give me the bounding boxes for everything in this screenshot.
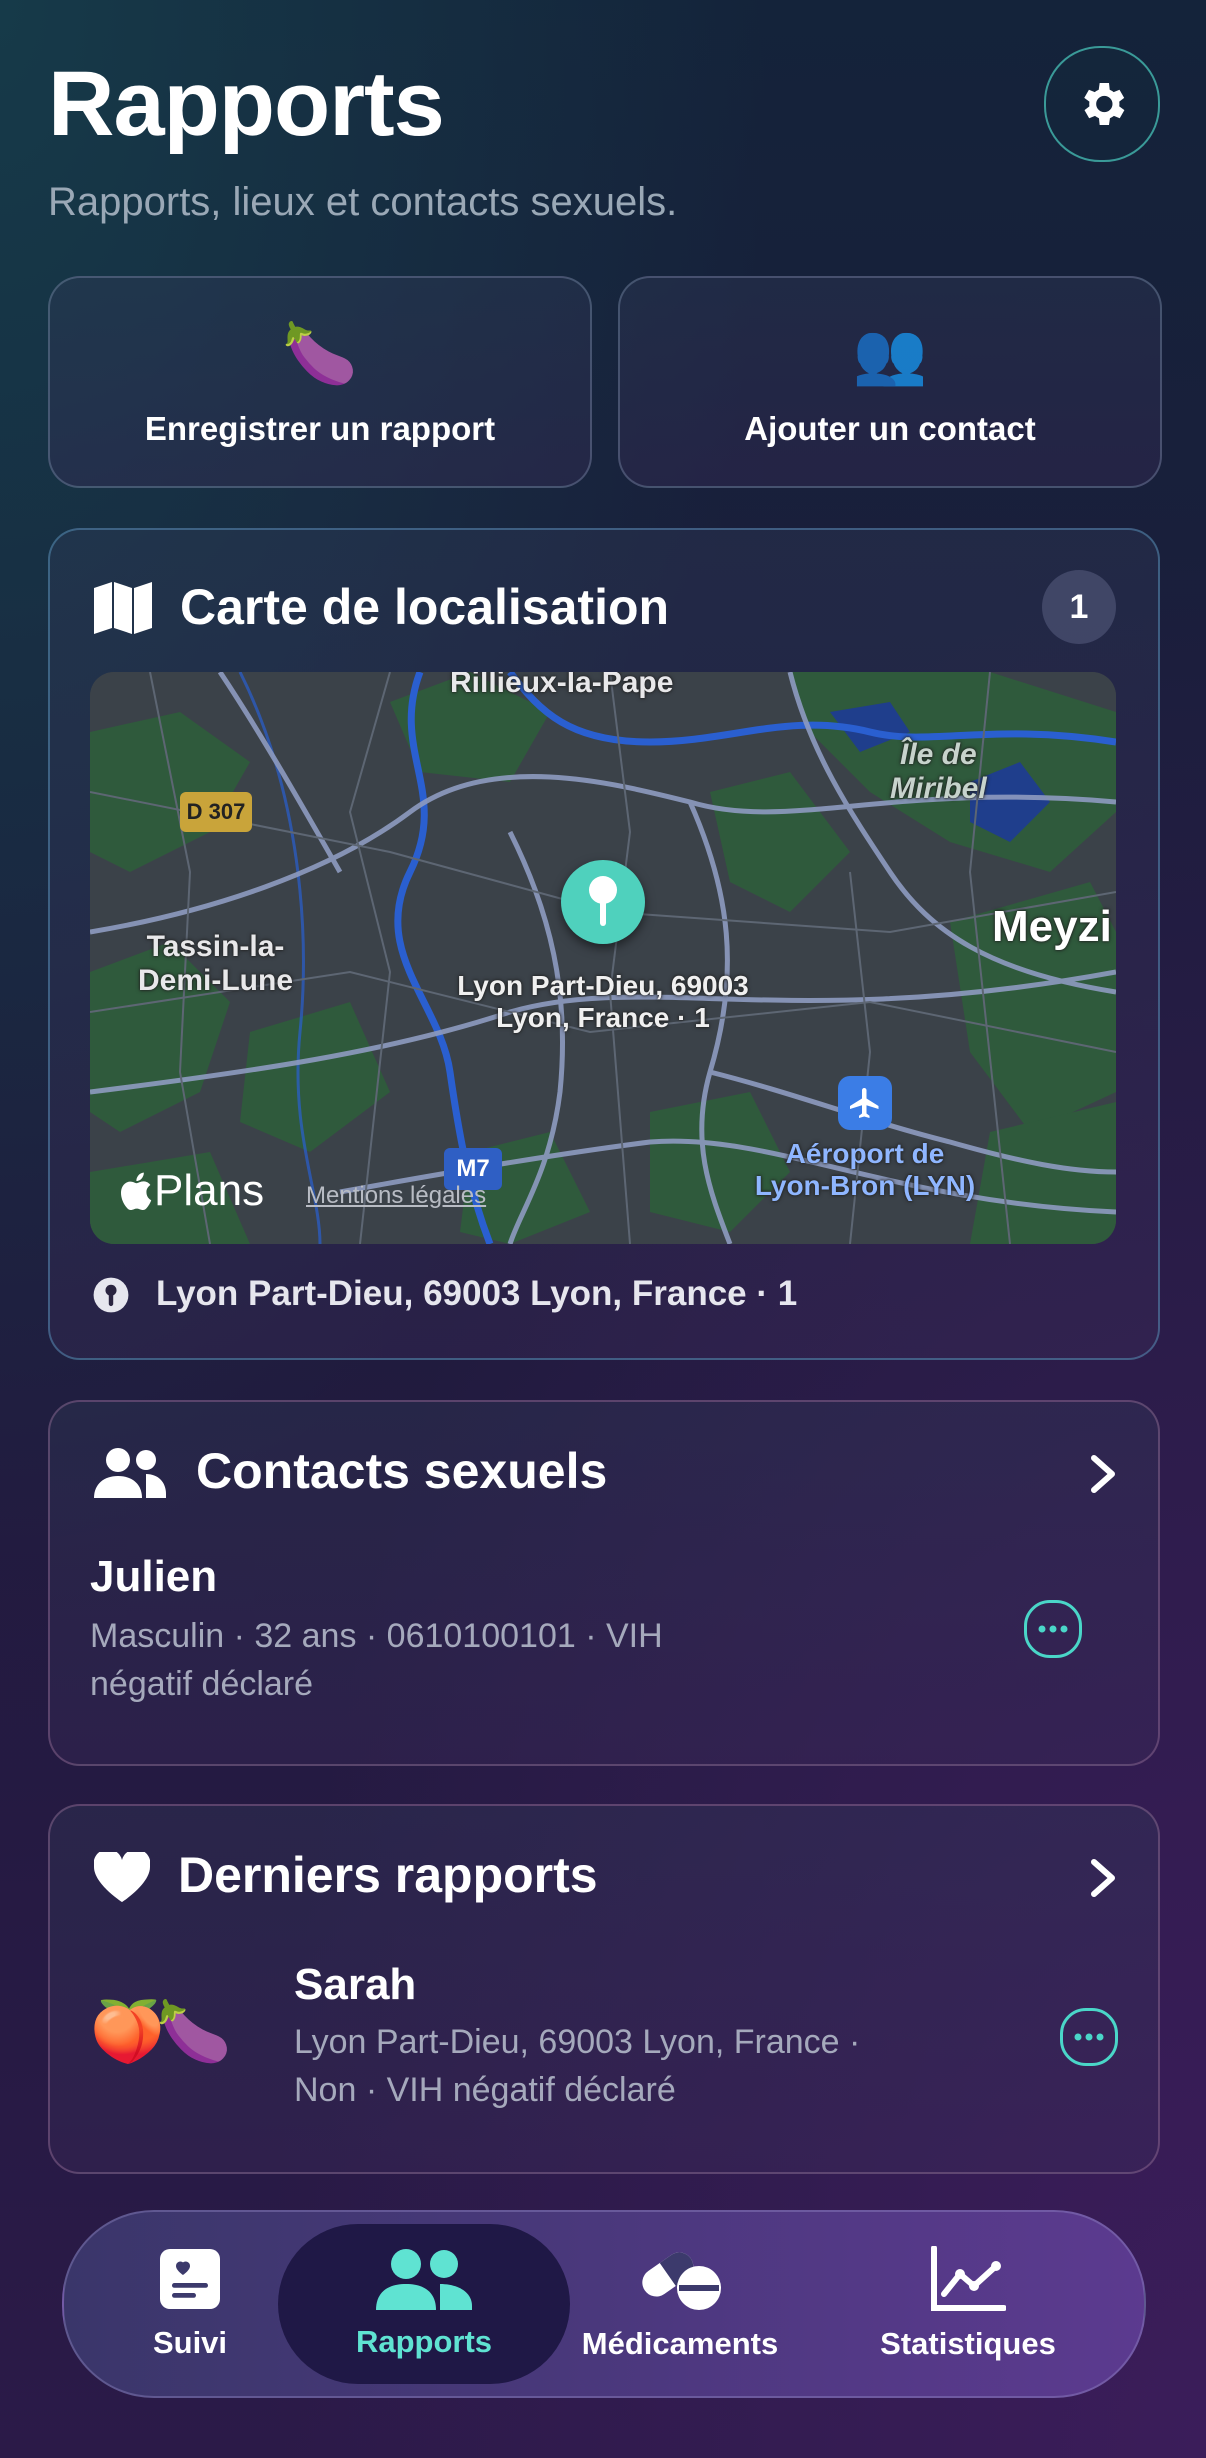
chart-icon: [931, 2246, 1006, 2311]
reports-card-title: Derniers rapports: [178, 1847, 598, 1903]
airplane-icon: [838, 1076, 892, 1130]
add-report-button[interactable]: 🍆 Enregistrer un rapport: [48, 276, 592, 488]
map-label-miribel-line2: Miribel: [890, 772, 987, 805]
pin-icon: [589, 876, 617, 926]
map-label-tassin: Tassin-la- Demi-Lune: [138, 930, 293, 998]
map-icon: [94, 582, 152, 634]
map-pin[interactable]: [561, 860, 645, 944]
map-label-meyzieu: Meyzi: [992, 902, 1112, 951]
map-label-airport-line1: Aéroport de: [785, 1138, 945, 1169]
tab-rapports[interactable]: Rapports: [278, 2224, 570, 2384]
map-label-miribel: Île de Miribel: [890, 738, 987, 806]
add-contact-label: Ajouter un contact: [744, 410, 1036, 447]
contact-details: Masculin · 32 ans · 0610100101 · VIH nég…: [90, 1612, 663, 1708]
chevron-right-icon[interactable]: [1088, 1858, 1118, 1898]
map-label-rillieux: Rillieux-la-Pape: [450, 672, 674, 699]
location-summary: Lyon Part-Dieu, 69003 Lyon, France · 1: [156, 1274, 798, 1313]
location-count-badge: 1: [1042, 570, 1116, 644]
apple-maps-logo: Plans: [120, 1166, 264, 1216]
tab-suivi-label: Suivi: [152, 2325, 228, 2360]
heart-icon: [94, 1852, 150, 1902]
map-card-title: Carte de localisation: [180, 579, 670, 635]
location-info-icon: [93, 1277, 129, 1313]
map-pin-label-line1: Lyon Part-Dieu, 69003: [457, 970, 749, 1001]
contact-details-line1: Masculin · 32 ans · 0610100101 · VIH: [90, 1617, 663, 1655]
report-details-line1: Lyon Part-Dieu, 69003 Lyon, France ·: [294, 2023, 861, 2061]
page-subtitle: Rapports, lieux et contacts sexuels.: [48, 180, 678, 224]
legal-link[interactable]: Mentions légales: [306, 1182, 486, 1210]
plans-label: Plans: [154, 1166, 265, 1215]
road-sign-d307: D 307: [180, 792, 252, 832]
page-title: Rapports: [48, 53, 445, 155]
contact-more-button[interactable]: [1024, 1600, 1082, 1658]
map-label-airport: Aéroport de Lyon-Bron (LYN): [730, 1138, 1000, 1202]
apple-logo-icon: [121, 1172, 152, 1210]
map-label-tassin-line2: Demi-Lune: [138, 964, 294, 997]
map-label-miribel-line1: Île de: [899, 738, 977, 771]
tab-medicaments[interactable]: Médicaments: [568, 2212, 792, 2396]
contacts-card-title: Contacts sexuels: [196, 1443, 608, 1499]
pills-icon: [642, 2252, 721, 2310]
people-icon: [376, 2249, 472, 2310]
map-pin-label: Lyon Part-Dieu, 69003 Lyon, France · 1: [390, 970, 816, 1034]
report-more-button[interactable]: [1060, 2008, 1118, 2066]
journal-icon: [160, 2249, 220, 2309]
report-details-line2: Non · VIH négatif déclaré: [294, 2071, 676, 2109]
location-map[interactable]: Rillieux-la-Pape Île de Miribel D 307 Ta…: [90, 672, 1116, 1244]
ellipsis-icon: [1074, 2033, 1104, 2041]
map-pin-label-line2: Lyon, France · 1: [496, 1002, 710, 1033]
ellipsis-icon: [1038, 1625, 1068, 1633]
tab-medicaments-label: Médicaments: [581, 2326, 779, 2361]
map-label-airport-line2: Lyon-Bron (LYN): [754, 1170, 976, 1201]
tab-bar: Suivi Rapports Médicaments Statistiques: [62, 2210, 1146, 2398]
tab-suivi[interactable]: Suivi: [100, 2212, 280, 2396]
tab-statistiques[interactable]: Statistiques: [844, 2212, 1092, 2396]
eggplant-icon: 🍆: [282, 320, 358, 387]
tab-rapports-label: Rapports: [355, 2324, 493, 2359]
people-icon: 👥: [852, 320, 928, 387]
contact-details-line2: négatif déclaré: [90, 1665, 314, 1703]
add-report-label: Enregistrer un rapport: [144, 410, 496, 447]
report-details: Lyon Part-Dieu, 69003 Lyon, France · Non…: [294, 2018, 860, 2114]
map-label-tassin-line1: Tassin-la-: [146, 930, 285, 963]
report-emojis: 🍑🍆: [90, 1998, 231, 2065]
chevron-right-icon[interactable]: [1088, 1454, 1118, 1494]
settings-button[interactable]: [1044, 46, 1160, 162]
contact-name: Julien: [90, 1552, 218, 1601]
tab-statistiques-label: Statistiques: [880, 2326, 1056, 2361]
gear-icon: [1084, 83, 1125, 125]
report-partner-name: Sarah: [294, 1960, 417, 2009]
add-contact-button[interactable]: 👥 Ajouter un contact: [618, 276, 1162, 488]
people-icon: [94, 1448, 166, 1498]
